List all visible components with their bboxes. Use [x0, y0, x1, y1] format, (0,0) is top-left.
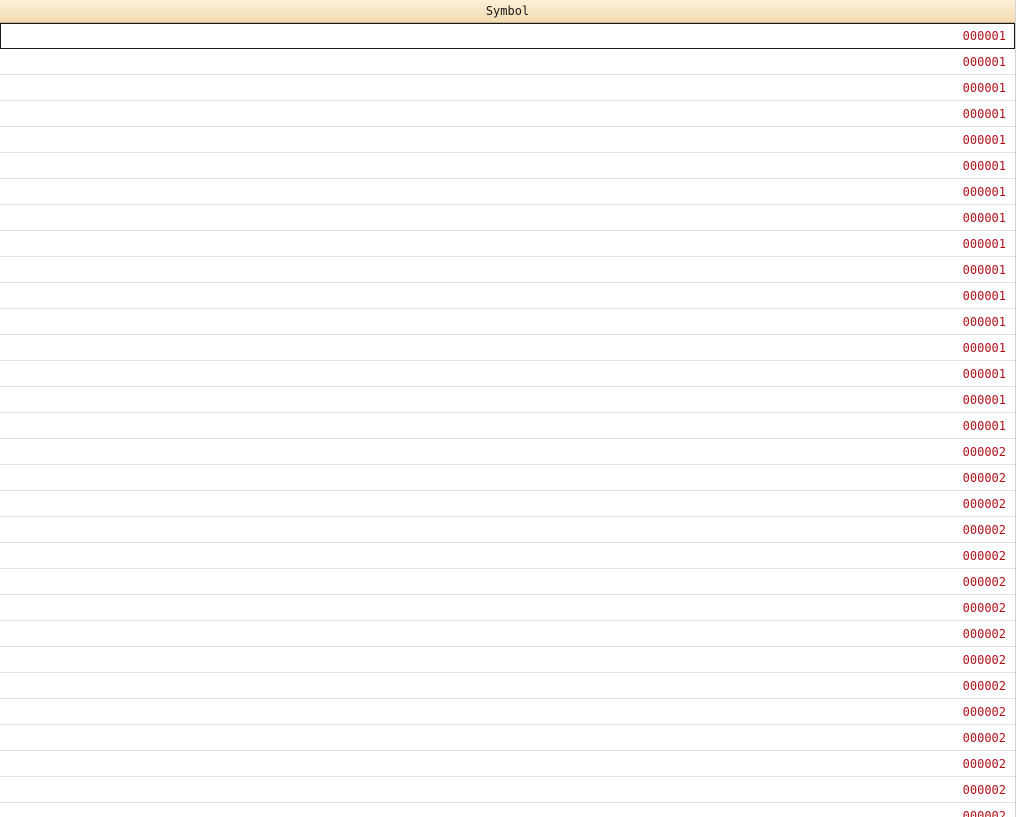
symbol-cell: 000001 — [962, 158, 1006, 173]
table-row[interactable]: 000002 — [0, 465, 1015, 491]
symbol-cell: 000001 — [962, 80, 1006, 95]
symbol-cell: 000002 — [962, 756, 1006, 771]
symbol-cell: 000001 — [962, 392, 1006, 407]
table-row[interactable]: 000001 — [0, 179, 1015, 205]
table-row[interactable]: 000001 — [0, 361, 1015, 387]
table-row[interactable]: 000002 — [0, 569, 1015, 595]
table-row[interactable]: 000002 — [0, 439, 1015, 465]
symbol-cell: 000002 — [962, 600, 1006, 615]
table-row[interactable]: 000001 — [0, 23, 1015, 49]
table-row[interactable]: 000001 — [0, 127, 1015, 153]
symbol-cell: 000002 — [962, 548, 1006, 563]
table-row[interactable]: 000001 — [0, 205, 1015, 231]
column-header-symbol[interactable]: Symbol — [0, 0, 1015, 23]
table-row[interactable]: 000002 — [0, 595, 1015, 621]
symbol-cell: 000002 — [962, 470, 1006, 485]
table-row[interactable]: 000002 — [0, 699, 1015, 725]
table-row[interactable]: 000002 — [0, 777, 1015, 803]
symbol-cell: 000001 — [962, 132, 1006, 147]
symbol-cell: 000001 — [962, 236, 1006, 251]
symbol-cell: 000002 — [962, 782, 1006, 797]
table-row[interactable]: 000001 — [0, 283, 1015, 309]
table-row[interactable]: 000002 — [0, 647, 1015, 673]
symbol-cell: 000002 — [962, 730, 1006, 745]
symbol-cell: 000002 — [962, 522, 1006, 537]
symbol-cell: 000002 — [962, 678, 1006, 693]
table-row[interactable]: 000002 — [0, 751, 1015, 777]
column-header-label: Symbol — [485, 4, 530, 18]
table-body: 000001 000001 000001 000001 000001 000001 0000… — [0, 23, 1015, 817]
table-row[interactable]: 000001 — [0, 413, 1015, 439]
symbol-cell: 000002 — [962, 652, 1006, 667]
symbol-cell: 000002 — [962, 704, 1006, 719]
table-row[interactable]: 000001 — [0, 49, 1015, 75]
symbol-cell: 000001 — [962, 28, 1006, 43]
table-row[interactable]: 000001 — [0, 101, 1015, 127]
symbol-cell: 000002 — [962, 444, 1006, 459]
table-row[interactable]: 000001 — [0, 75, 1015, 101]
symbol-cell: 000002 — [962, 496, 1006, 511]
table-row[interactable]: 000001 — [0, 309, 1015, 335]
symbol-cell: 000001 — [962, 54, 1006, 69]
symbol-cell: 000001 — [962, 366, 1006, 381]
symbol-cell: 000001 — [962, 288, 1006, 303]
table-row[interactable]: 000001 — [0, 153, 1015, 179]
symbol-cell: 000001 — [962, 210, 1006, 225]
symbol-cell: 000002 — [962, 808, 1006, 817]
symbol-cell: 000001 — [962, 262, 1006, 277]
symbol-cell: 000001 — [962, 418, 1006, 433]
table-row[interactable]: 000002 — [0, 543, 1015, 569]
symbol-cell: 000001 — [962, 314, 1006, 329]
table-row[interactable]: 000002 — [0, 491, 1015, 517]
table-row[interactable]: 000001 — [0, 231, 1015, 257]
table-row[interactable]: 000002 — [0, 621, 1015, 647]
table-row[interactable]: 000002 — [0, 673, 1015, 699]
symbol-cell: 000001 — [962, 106, 1006, 121]
table-row[interactable]: 000001 — [0, 335, 1015, 361]
table-row[interactable]: 000002 — [0, 517, 1015, 543]
symbol-cell: 000002 — [962, 626, 1006, 641]
symbol-cell: 000001 — [962, 184, 1006, 199]
symbol-cell: 000002 — [962, 574, 1006, 589]
symbol-cell: 000001 — [962, 340, 1006, 355]
table-row[interactable]: 000002 — [0, 725, 1015, 751]
table-row[interactable]: 000002 — [0, 803, 1015, 817]
symbol-grid: Symbol 000001 000001 000001 000001 000001 000… — [0, 0, 1016, 817]
table-row[interactable]: 000001 — [0, 257, 1015, 283]
table-row[interactable]: 000001 — [0, 387, 1015, 413]
